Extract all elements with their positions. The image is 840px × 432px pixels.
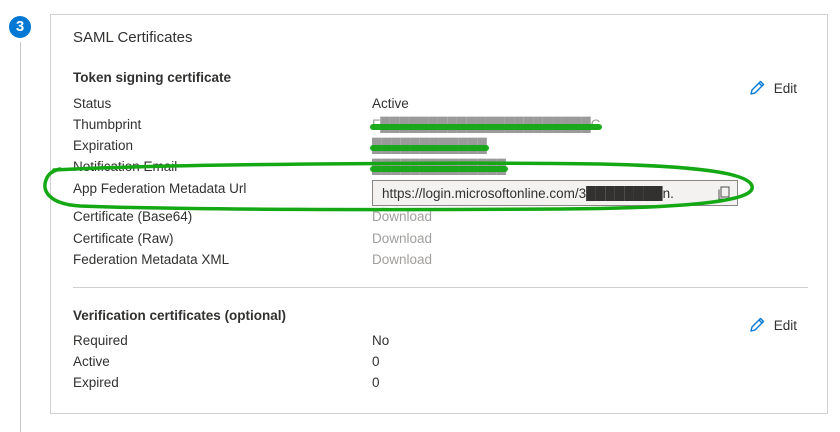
- expiration-value: ████████████: [370, 138, 489, 153]
- app-federation-metadata-url-label: App Federation Metadata Url: [73, 181, 247, 196]
- edit-label: Edit: [773, 317, 797, 333]
- verification-edit-button[interactable]: Edit: [748, 316, 797, 334]
- verification-certificates-title: Verification certificates (optional): [73, 308, 287, 323]
- status-label: Status: [73, 96, 112, 111]
- thumbprint-value: F██████████████████████C: [369, 117, 603, 132]
- section-divider: [73, 287, 808, 288]
- active-value: 0: [372, 354, 380, 369]
- certificate-raw-label: Certificate (Raw): [73, 231, 174, 246]
- federation-metadata-xml-label: Federation Metadata XML: [73, 252, 230, 267]
- copy-to-clipboard-button[interactable]: [711, 181, 737, 205]
- copy-icon: [718, 186, 730, 200]
- notification-email-label: Notification Email: [73, 159, 178, 174]
- notification-email-redacted-text: ██████████████: [370, 159, 508, 174]
- thumbprint-redacted-text: F██████████████████████C: [369, 117, 603, 132]
- active-label: Active: [73, 354, 110, 369]
- app-federation-metadata-url-field[interactable]: https://login.microsoftonline.com/3█████…: [372, 180, 738, 206]
- step-connector-line: [20, 42, 21, 432]
- certificate-base64-label: Certificate (Base64): [73, 209, 193, 224]
- token-signing-edit-button[interactable]: Edit: [748, 79, 797, 97]
- federation-metadata-xml-download-link[interactable]: Download: [372, 252, 432, 267]
- step-number-badge: 3: [9, 16, 31, 38]
- expiration-label: Expiration: [73, 138, 134, 153]
- edit-label: Edit: [773, 80, 797, 96]
- status-value: Active: [372, 96, 409, 111]
- pencil-icon: [750, 80, 764, 95]
- thumbprint-label: Thumbprint: [73, 117, 142, 132]
- certificate-base64-download-link[interactable]: Download: [372, 209, 432, 224]
- expiration-redacted-text: ████████████: [370, 138, 489, 153]
- metadata-url-text[interactable]: https://login.microsoftonline.com/3█████…: [373, 186, 714, 201]
- saml-certificates-card: SAML Certificates Token signing certific…: [50, 14, 828, 414]
- notification-email-value: ██████████████: [370, 159, 508, 174]
- expired-value: 0: [372, 375, 380, 390]
- required-label: Required: [73, 333, 128, 348]
- token-signing-title: Token signing certificate: [73, 70, 232, 85]
- certificate-raw-download-link[interactable]: Download: [372, 231, 432, 246]
- card-title: SAML Certificates: [73, 29, 193, 46]
- expired-label: Expired: [73, 375, 119, 390]
- pencil-icon: [750, 317, 764, 332]
- required-value: No: [372, 333, 390, 348]
